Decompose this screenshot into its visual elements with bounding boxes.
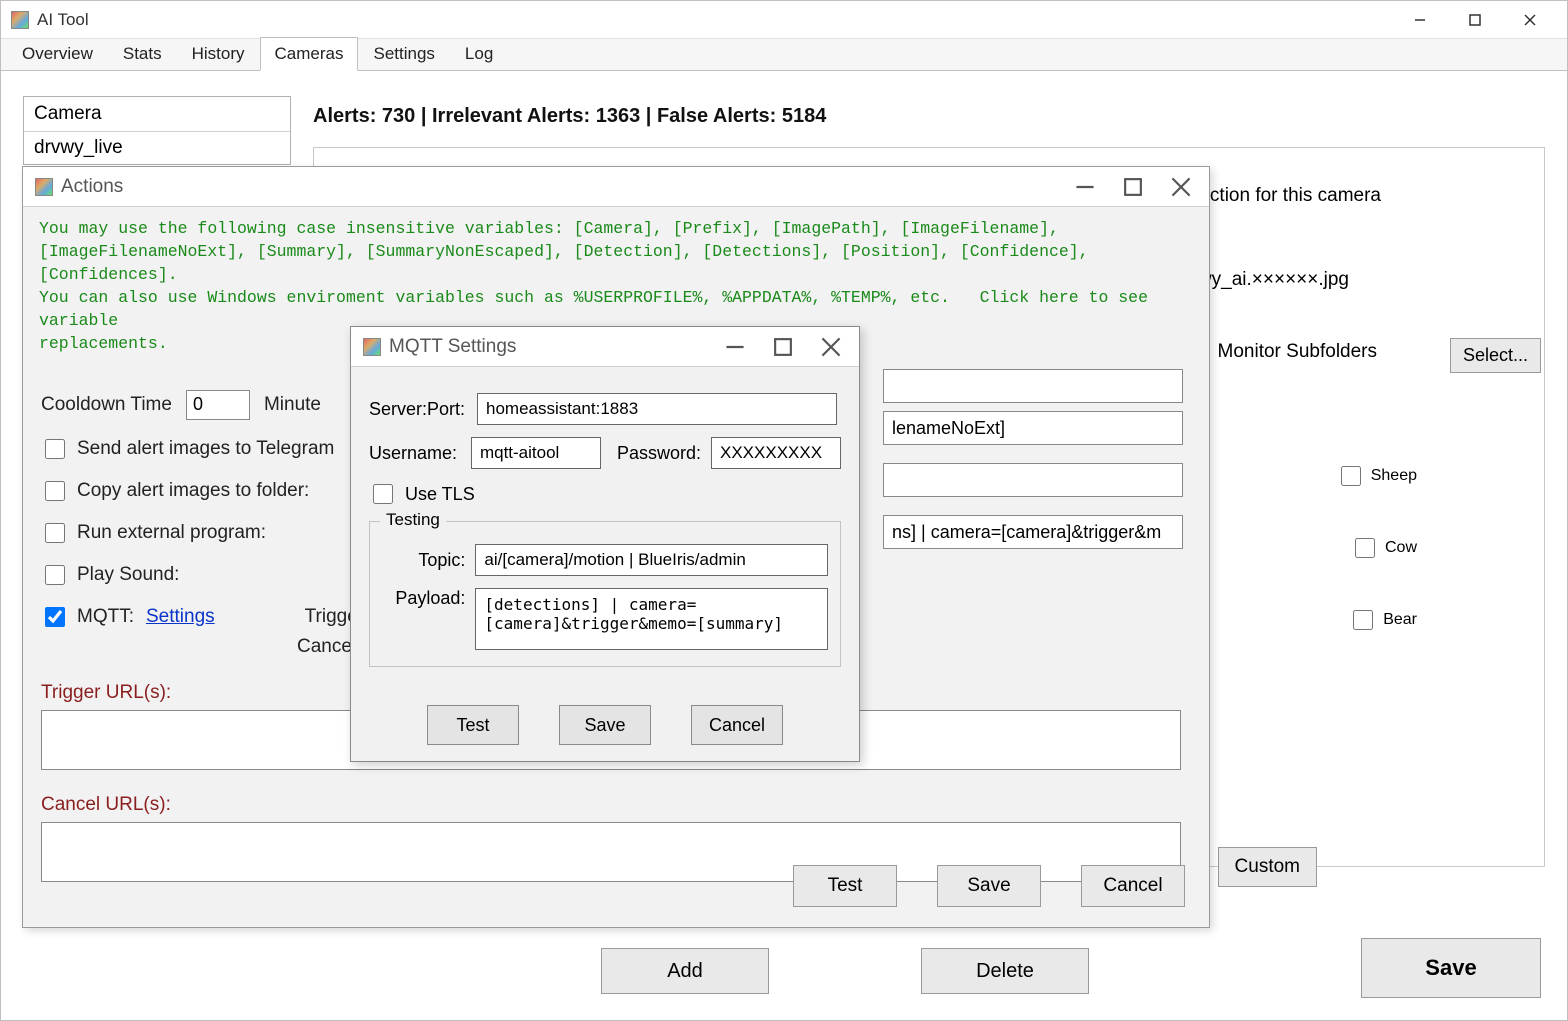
select-button[interactable]: Select... (1450, 338, 1541, 373)
filename-fragment: vwy_ai.××××××.jpg (1188, 269, 1349, 291)
mqtt-test-button[interactable]: Test (427, 705, 519, 745)
actions-test-button[interactable]: Test (793, 865, 897, 907)
stats-line: Alerts: 730 | Irrelevant Alerts: 1363 | … (313, 105, 826, 128)
mqtt-label: MQTT: (77, 606, 134, 628)
use-tls-label: Use TLS (405, 484, 475, 505)
play-sound-checkbox[interactable] (45, 565, 65, 585)
mqtt-cancel-button[interactable]: Cancel (691, 705, 783, 745)
copy-folder-checkbox[interactable] (45, 481, 65, 501)
monitor-subfolders-label: Monitor Subfolders (1218, 341, 1377, 363)
camera-list[interactable]: Camera drvwy_live (23, 96, 291, 165)
tabstrip: Overview Stats History Cameras Settings … (1, 39, 1567, 71)
mqtt-title: MQTT Settings (389, 336, 725, 358)
camera-list-item[interactable]: drvwy_live (24, 132, 290, 164)
cooldown-unit: Minute (264, 394, 321, 416)
tab-cameras[interactable]: Cameras (260, 37, 359, 71)
partial-input-trigger[interactable]: ns] | camera=[camera]&trigger&m (883, 515, 1183, 549)
mqtt-titlebar: MQTT Settings (351, 327, 859, 367)
actions-minimize-icon[interactable] (1075, 177, 1095, 197)
actions-titlebar: Actions (23, 167, 1209, 207)
topic-input[interactable] (475, 544, 828, 576)
cow-row: Cow (1351, 535, 1417, 561)
partial-input-1[interactable] (883, 369, 1183, 403)
bear-row: Bear (1349, 607, 1417, 633)
tab-settings[interactable]: Settings (358, 37, 449, 70)
mqtt-maximize-icon[interactable] (773, 337, 793, 357)
password-label: Password: (617, 443, 701, 464)
custom-button[interactable]: Custom (1218, 847, 1317, 887)
server-port-input[interactable] (477, 393, 837, 425)
main-titlebar: AI Tool (1, 1, 1567, 39)
mqtt-minimize-icon[interactable] (725, 337, 745, 357)
cooldown-label: Cooldown Time (41, 394, 172, 416)
server-port-label: Server:Port: (369, 399, 477, 420)
run-program-label: Run external program: (77, 522, 266, 544)
cancel-urls-label: Cancel URL(s): (41, 794, 1191, 816)
username-input[interactable] (471, 437, 601, 469)
bear-label: Bear (1383, 611, 1417, 629)
actions-title: Actions (61, 176, 1075, 198)
cow-label: Cow (1385, 539, 1417, 557)
sheep-row: Sheep (1337, 463, 1417, 489)
username-label: Username: (369, 443, 471, 464)
delete-button[interactable]: Delete (921, 948, 1089, 994)
mqtt-checkbox[interactable] (45, 607, 65, 627)
actions-close-icon[interactable] (1171, 177, 1191, 197)
mqtt-settings-link[interactable]: Settings (146, 606, 215, 628)
actions-cancel-button[interactable]: Cancel (1081, 865, 1185, 907)
use-tls-checkbox[interactable] (373, 484, 393, 504)
play-sound-label: Play Sound: (77, 564, 179, 586)
maximize-icon[interactable] (1447, 3, 1502, 37)
close-icon[interactable] (1502, 3, 1557, 37)
actions-save-button[interactable]: Save (937, 865, 1041, 907)
copy-folder-label: Copy alert images to folder: (77, 480, 309, 502)
run-program-checkbox[interactable] (45, 523, 65, 543)
camera-list-header: Camera (24, 97, 290, 132)
tab-log[interactable]: Log (450, 37, 508, 70)
telegram-checkbox[interactable] (45, 439, 65, 459)
password-input[interactable] (711, 437, 841, 469)
payload-label: Payload: (382, 588, 465, 609)
mqtt-close-icon[interactable] (821, 337, 841, 357)
tab-stats[interactable]: Stats (108, 37, 177, 70)
detection-text-fragment: ction for this camera (1210, 185, 1381, 207)
testing-groupbox: Testing Topic: Payload: [detections] | c… (369, 521, 841, 667)
mqtt-dialog: MQTT Settings Server:Port: Username: Pas… (350, 326, 860, 762)
app-title: AI Tool (37, 10, 1392, 30)
mqtt-save-button[interactable]: Save (559, 705, 651, 745)
testing-legend: Testing (380, 510, 446, 530)
tab-overview[interactable]: Overview (7, 37, 108, 70)
partial-input-filename[interactable]: lenameNoExt] (883, 411, 1183, 445)
payload-input[interactable]: [detections] | camera=[camera]&trigger&m… (475, 588, 828, 650)
actions-maximize-icon[interactable] (1123, 177, 1143, 197)
cooldown-input[interactable] (186, 390, 250, 420)
bear-checkbox[interactable] (1353, 610, 1373, 630)
cow-checkbox[interactable] (1355, 538, 1375, 558)
add-button[interactable]: Add (601, 948, 769, 994)
sheep-checkbox[interactable] (1341, 466, 1361, 486)
topic-label: Topic: (382, 550, 465, 571)
tab-history[interactable]: History (177, 37, 260, 70)
minimize-icon[interactable] (1392, 3, 1447, 37)
app-icon (11, 11, 29, 29)
telegram-label: Send alert images to Telegram (77, 438, 334, 460)
save-button-main[interactable]: Save (1361, 938, 1541, 998)
sheep-label: Sheep (1371, 467, 1417, 485)
partial-input-3[interactable] (883, 463, 1183, 497)
mqtt-dialog-icon (363, 338, 381, 356)
actions-dialog-icon (35, 178, 53, 196)
